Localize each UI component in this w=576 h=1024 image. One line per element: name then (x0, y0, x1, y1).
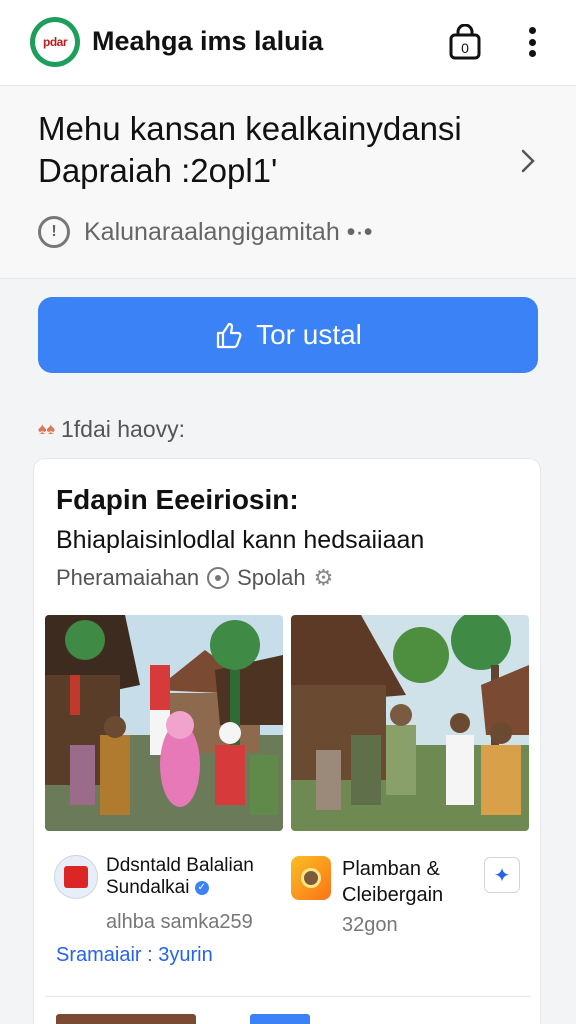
primary-action-label: Tor ustal (256, 319, 362, 350)
banner-title: Mehu kansan kealkainydansi Dapraiah :2op… (38, 110, 462, 189)
app-title: Meahga ims laluia (92, 26, 324, 56)
info-icon: ! (38, 216, 70, 248)
section-header: ♠♠ 1fdai haovy: (38, 416, 185, 443)
org-avatar-1[interactable] (54, 855, 98, 899)
banner-subtitle: Kalunaraalangigamitah •·• (84, 217, 373, 246)
next-item-peek-badge (250, 1014, 310, 1024)
village-photo-1[interactable] (45, 615, 283, 831)
more-vert-icon[interactable] (520, 24, 544, 60)
section-label: 1fdai haovy: (61, 416, 186, 442)
village-photo-2[interactable] (291, 615, 529, 831)
item-2-name[interactable]: Plamban & Cleibergain (342, 856, 482, 908)
bag-icon[interactable]: 0 (448, 23, 482, 60)
org-avatar-2[interactable] (291, 856, 331, 900)
meta-right: Spolah (237, 565, 306, 590)
app-bar: pdar Meahga ims laluia 0 (0, 0, 576, 86)
card-meta: Pheramaiahan Spolah ⚙ (56, 565, 333, 591)
people-icon: ♠♠ (38, 420, 55, 438)
chevron-right-icon[interactable] (516, 146, 540, 176)
item-1-sub: alhba samka259 (106, 911, 253, 933)
item-1-name[interactable]: Ddsntald Balalian Sundalkai ✓ (106, 855, 276, 899)
app-logo[interactable]: pdar (30, 17, 80, 67)
card-description: Bhiaplaisinlodlal kann hedsaiiaan (56, 526, 425, 554)
primary-action-button[interactable]: Tor ustal (38, 297, 538, 373)
meta-left: Pheramaiahan (56, 565, 200, 590)
logo-text: pdar (35, 22, 75, 62)
thumbs-up-icon (216, 322, 242, 349)
card-title: Fdapin Eeeiriosin: (56, 484, 299, 515)
next-item-peek-image (56, 1014, 196, 1024)
item-1-link[interactable]: Sramaiair : 3yurin (56, 944, 213, 967)
star-icon[interactable]: ✦ (484, 857, 520, 893)
verified-icon: ✓ (194, 880, 209, 895)
item-1-name-text: Ddsntald Balalian Sundalkai (106, 855, 254, 898)
radio-icon (207, 567, 230, 589)
settings-icon[interactable]: ⚙ (314, 565, 334, 591)
bag-badge: 0 (461, 40, 469, 56)
item-2-sub: 32gon (342, 914, 398, 936)
card-divider (45, 996, 531, 997)
banner-subtitle-row: ! Kalunaraalangigamitah •·• (38, 216, 373, 248)
